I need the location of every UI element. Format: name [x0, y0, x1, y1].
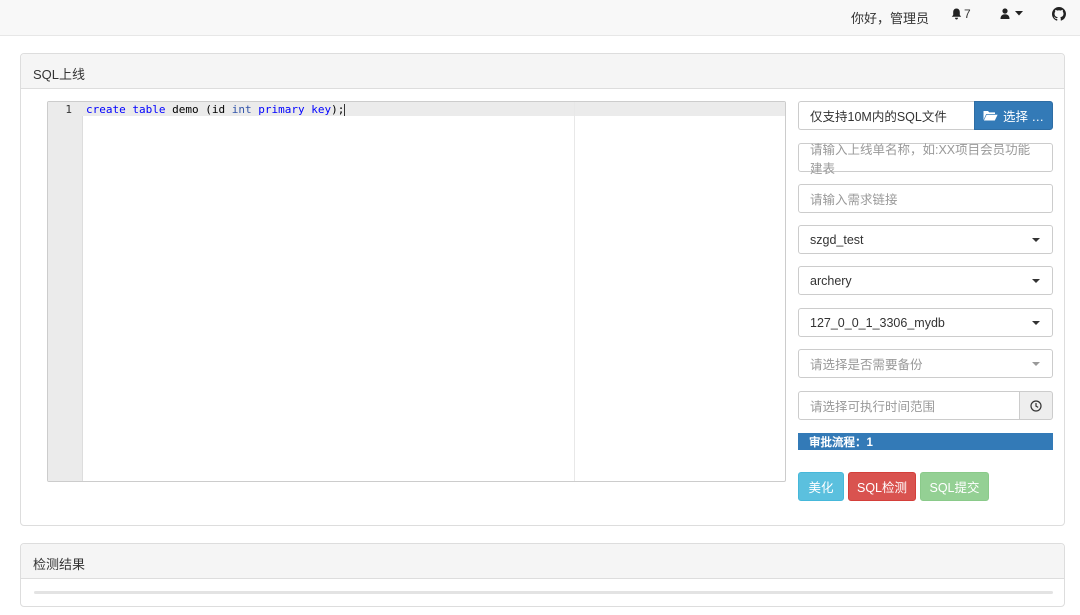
code-token: demo (id: [165, 103, 232, 116]
top-navbar: 你好，管理员 7: [0, 0, 1080, 36]
code-token: key: [311, 103, 332, 116]
check-result-panel: 检测结果: [20, 543, 1065, 607]
caret-down-icon: [1032, 321, 1040, 325]
bell-icon: [951, 8, 962, 20]
group-select[interactable]: szgd_test: [798, 225, 1053, 254]
user-greeting[interactable]: 你好，管理员: [851, 8, 929, 27]
workflow-bar: 审批流程：1: [798, 433, 1053, 450]
instance-select-value: archery: [810, 273, 852, 288]
editor-gutter: [48, 102, 83, 481]
sql-submit-button[interactable]: SQL提交: [920, 472, 989, 501]
sql-file-upload: 仅支持10M内的SQL文件 选择 …: [798, 101, 1053, 130]
caret-down-icon: [1032, 238, 1040, 242]
backup-select[interactable]: 请选择是否需要备份: [798, 349, 1053, 378]
result-panel-title: 检测结果: [21, 544, 1064, 579]
workflow-label: 审批流程：: [809, 437, 867, 449]
instance-select[interactable]: archery: [798, 266, 1053, 295]
user-icon: [1000, 8, 1010, 19]
line-number: 1: [65, 103, 72, 116]
editor-print-margin: [574, 102, 575, 481]
clock-icon: [1030, 399, 1042, 412]
result-table-top: [34, 591, 1053, 594]
choose-file-button[interactable]: 选择 …: [974, 101, 1053, 130]
caret-down-icon: [1032, 362, 1040, 366]
backup-select-placeholder: 请选择是否需要备份: [810, 358, 923, 372]
database-select-value: 127_0_0_1_3306_mydb: [810, 315, 945, 330]
notifications-button[interactable]: 7: [951, 7, 971, 21]
sql-panel-title: SQL上线: [21, 54, 1064, 89]
sql-check-button[interactable]: SQL检测: [848, 472, 916, 501]
choose-file-label: 选择 …: [1003, 110, 1044, 124]
file-hint-text: 仅支持10M内的SQL文件: [798, 101, 974, 130]
database-select[interactable]: 127_0_0_1_3306_mydb: [798, 308, 1053, 337]
code-token: create: [86, 103, 126, 116]
code-token: int: [231, 103, 252, 116]
folder-open-icon: [983, 111, 998, 121]
user-menu-toggle[interactable]: [1000, 8, 1023, 19]
github-icon: [1052, 7, 1066, 21]
github-link[interactable]: [1052, 7, 1066, 24]
workflow-value: 1: [866, 437, 873, 449]
code-token: primary: [258, 103, 305, 116]
caret-down-icon: [1032, 279, 1040, 283]
code-token: );: [331, 103, 345, 116]
run-time-input[interactable]: 请选择可执行时间范围: [798, 391, 1020, 420]
workorder-name-input[interactable]: 请输入上线单名称，如:XX项目会员功能建表: [798, 143, 1053, 176]
text-cursor: [344, 104, 346, 116]
run-time-range: 请选择可执行时间范围: [798, 391, 1053, 420]
sql-workorder-panel: SQL上线 1 create table demo (id int primar…: [20, 53, 1065, 526]
caret-down-icon: [1015, 11, 1023, 16]
demand-url-input[interactable]: 请输入需求链接: [798, 184, 1053, 213]
group-select-value: szgd_test: [810, 232, 864, 247]
beautify-button[interactable]: 美化: [798, 472, 844, 501]
time-picker-button[interactable]: [1019, 391, 1053, 420]
sql-editor[interactable]: 1 create table demo (id int primary key)…: [47, 101, 786, 482]
code-line[interactable]: create table demo (id int primary key);: [86, 103, 346, 116]
code-token: table: [132, 103, 166, 116]
notifications-count: 7: [964, 7, 971, 21]
